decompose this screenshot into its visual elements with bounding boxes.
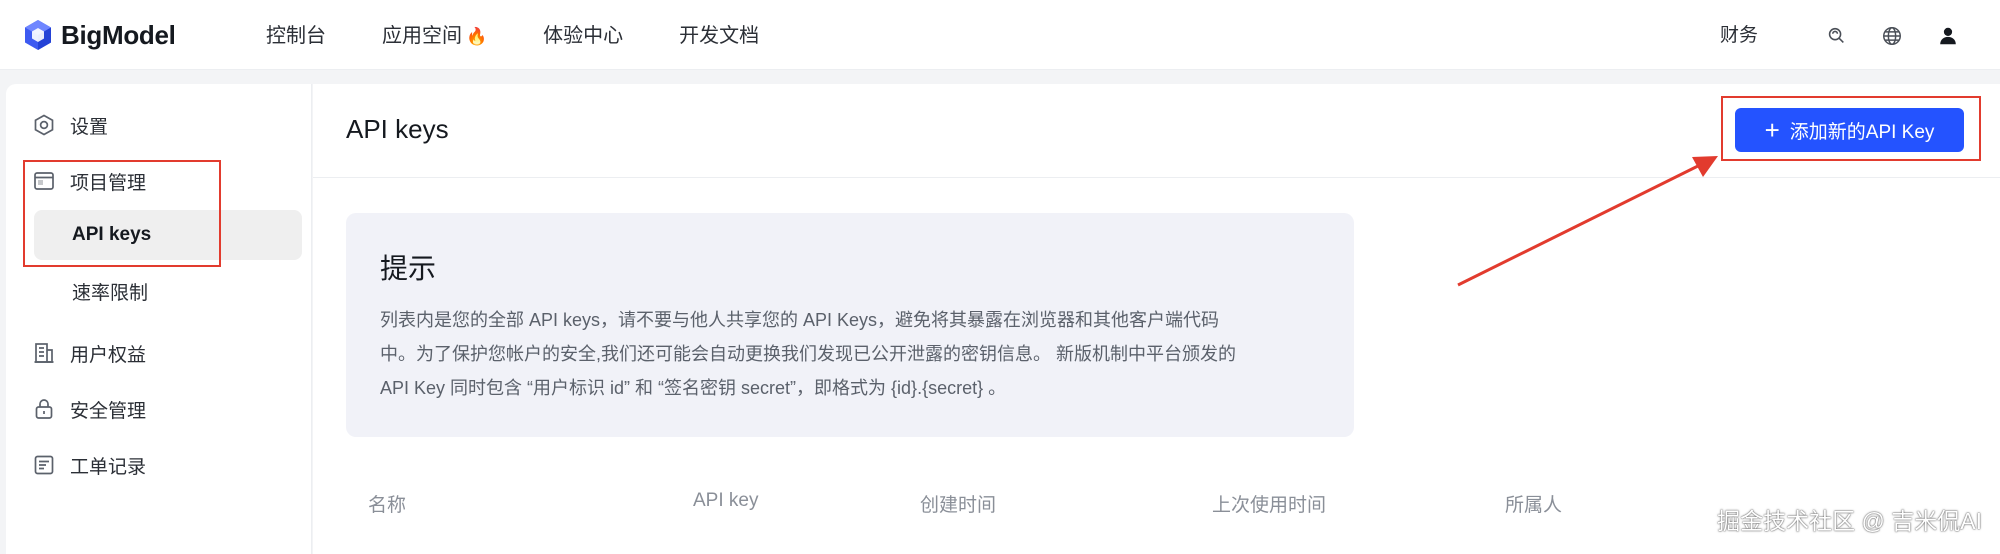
sidebar-item-label: 用户权益 <box>70 344 147 366</box>
column-api-key[interactable]: API key <box>693 490 758 512</box>
sidebar-item-user-benefits[interactable]: 用户权益 <box>32 328 302 378</box>
nav-dev-docs[interactable]: 开发文档 <box>679 20 759 53</box>
nav-app-space[interactable]: 应用空间 🔥 <box>382 20 487 53</box>
lock-icon <box>32 397 56 421</box>
sidebar-item-label: 设置 <box>70 116 109 138</box>
highlight-box-sidebar <box>23 160 221 267</box>
sidebar: 设置 项目管理 API keys 速率限制 用户权益 安全管理 工单记录 <box>6 84 312 554</box>
sidebar-item-settings[interactable]: 设置 <box>32 100 302 150</box>
settings-icon <box>32 113 56 137</box>
user-icon[interactable] <box>1936 24 1960 48</box>
sidebar-item-tickets[interactable]: 工单记录 <box>32 440 302 490</box>
nav-console[interactable]: 控制台 <box>266 20 326 53</box>
logo-icon <box>25 20 51 50</box>
notice-body: 列表内是您的全部 API keys，请不要与他人共享您的 API Keys，避免… <box>380 303 1320 405</box>
nav-experience-center[interactable]: 体验中心 <box>543 20 623 53</box>
globe-icon[interactable] <box>1880 24 1904 48</box>
nav-console-label: 控制台 <box>266 25 326 47</box>
column-owner[interactable]: 所属人 <box>1505 490 1562 517</box>
column-last-used[interactable]: 上次使用时间 <box>1212 490 1326 517</box>
sidebar-item-security[interactable]: 安全管理 <box>32 384 302 434</box>
ticket-icon <box>32 453 56 477</box>
building-icon <box>32 341 56 365</box>
nav-dev-docs-label: 开发文档 <box>679 25 760 47</box>
top-right-actions: 财务 <box>1720 18 1960 54</box>
nav-experience-label: 体验中心 <box>543 25 624 47</box>
notice-line: 中。为了保护您帐户的安全,我们还可能会自动更换我们发现已公开泄露的密钥信息。 新… <box>380 344 1236 364</box>
sidebar-item-label: 速率限制 <box>72 282 149 304</box>
brand-name: BigModel <box>61 19 176 50</box>
watermark: 掘金技术社区 @ 吉米侃AI <box>1717 508 1982 534</box>
support-icon[interactable] <box>1824 24 1848 48</box>
notice-title: 提示 <box>380 253 437 284</box>
fire-icon: 🔥 <box>466 27 488 46</box>
notice-line: API Key 同时包含 “用户标识 id” 和 “签名密钥 secret”，即… <box>380 378 1007 398</box>
main-nav: 控制台 应用空间 🔥 体验中心 开发文档 <box>266 20 815 53</box>
nav-app-space-label: 应用空间 <box>382 25 462 47</box>
finance-link[interactable]: 财务 <box>1720 18 1758 54</box>
logo[interactable]: BigModel <box>24 19 176 51</box>
column-created-at[interactable]: 创建时间 <box>920 490 996 517</box>
top-bar: BigModel 控制台 应用空间 🔥 体验中心 开发文档 财务 <box>0 0 2000 70</box>
page-title: API keys <box>346 114 449 144</box>
highlight-box-add-button <box>1721 96 1981 161</box>
notice-line: 列表内是您的全部 API keys，请不要与他人共享您的 API Keys，避免… <box>380 310 1220 330</box>
sidebar-item-rate-limit[interactable]: 速率限制 <box>34 266 302 316</box>
sidebar-item-label: 工单记录 <box>70 456 147 478</box>
sidebar-item-label: 安全管理 <box>70 400 147 422</box>
column-name[interactable]: 名称 <box>368 490 406 517</box>
notice-panel: 提示 列表内是您的全部 API keys，请不要与他人共享您的 API Keys… <box>346 213 1354 437</box>
